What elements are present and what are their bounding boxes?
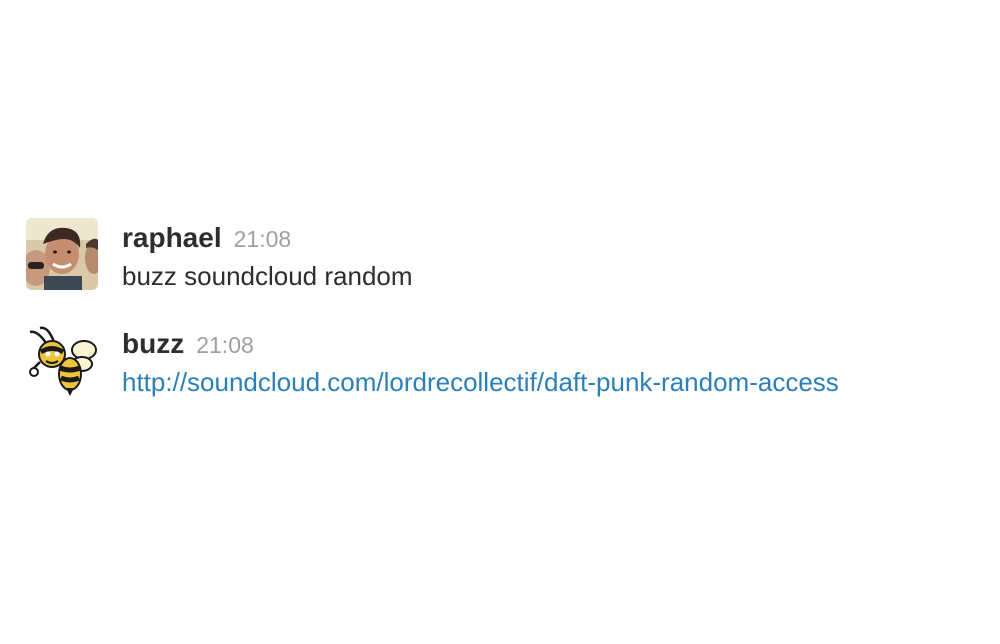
timestamp[interactable]: 21:08 [234,226,292,252]
message-header: buzz 21:08 [122,324,982,364]
username[interactable]: buzz [122,328,184,359]
message-header: raphael 21:08 [122,218,982,258]
message-text: buzz soundcloud random [122,261,413,291]
timestamp[interactable]: 21:08 [196,332,254,358]
message-content: buzz 21:08 http://soundcloud.com/lordreco… [122,324,982,400]
message-item: raphael 21:08 buzz soundcloud random [26,218,986,298]
avatar[interactable] [26,218,98,290]
message-item: buzz 21:08 http://soundcloud.com/lordreco… [26,324,986,404]
photo-avatar [26,218,98,290]
message-link[interactable]: http://soundcloud.com/lordrecollectif/da… [122,364,839,400]
message-content: raphael 21:08 buzz soundcloud random [122,218,982,294]
bee-mascot-icon [26,324,98,396]
username[interactable]: raphael [122,222,222,253]
avatar[interactable] [26,324,98,396]
